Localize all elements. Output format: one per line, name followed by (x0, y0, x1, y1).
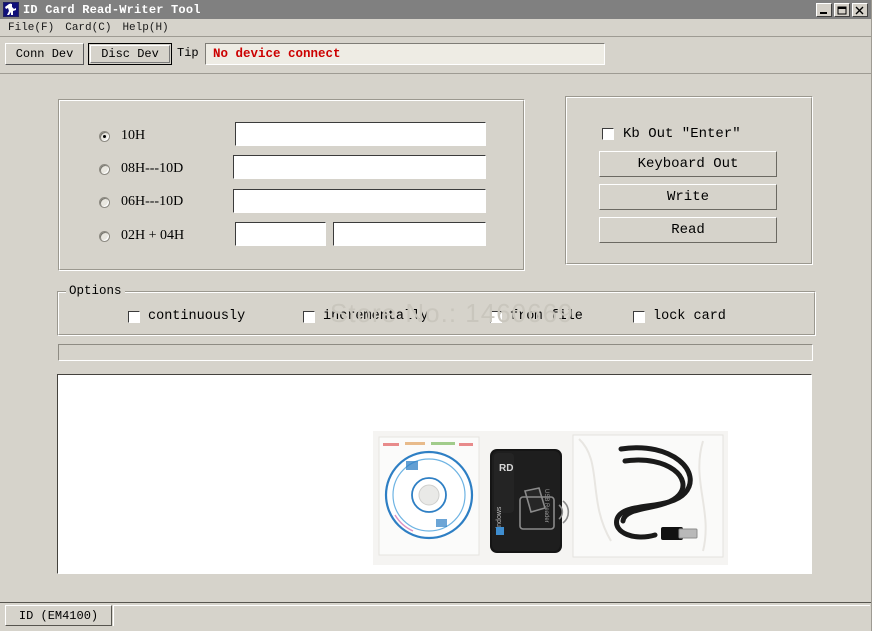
radio-icon (99, 196, 110, 208)
radio-format-10h[interactable]: 10H (99, 128, 145, 144)
checkbox-lock-card[interactable]: lock card (633, 309, 726, 324)
radio-format-08h-10d[interactable]: 08H---10D (99, 161, 183, 177)
tip-status-field: No device connect (205, 43, 605, 65)
radio-format-06h-10d-label: 06H---10D (121, 194, 184, 209)
connect-device-button[interactable]: Conn Dev (5, 43, 84, 65)
menu-item-card[interactable]: Card(C) (61, 21, 118, 35)
statusbar-divider (0, 602, 872, 603)
checkbox-kb-out-enter-label: Kb Out "Enter" (623, 126, 741, 142)
caption-buttons (816, 2, 868, 17)
menu-item-help[interactable]: Help(H) (118, 21, 175, 35)
checkbox-icon (602, 128, 614, 140)
options-group: Options continuously incrementally from … (57, 284, 816, 336)
checkbox-icon (303, 310, 315, 323)
checkbox-incrementally[interactable]: incrementally (303, 309, 428, 324)
radio-format-06h-10d[interactable]: 06H---10D (99, 194, 183, 210)
tip-label: Tip (177, 46, 199, 60)
toolbar: Conn Dev Disc Dev Tip No device connect (0, 40, 872, 70)
device-actions-group: Kb Out "Enter" Keyboard Out Write Read (565, 96, 813, 265)
progress-bar (58, 344, 813, 361)
tip-status-text: No device connect (213, 47, 341, 61)
radio-icon (99, 163, 110, 175)
close-button[interactable] (852, 2, 868, 17)
checkbox-icon (490, 310, 502, 323)
radio-icon (99, 130, 110, 142)
input-format-06h-10d[interactable] (233, 189, 486, 213)
toolbar-top-divider (0, 36, 872, 37)
window-title: ID Card Read-Writer Tool (23, 2, 201, 17)
checkbox-continuously-label: continuously (148, 309, 246, 324)
toolbar-bottom-divider (0, 73, 872, 74)
minimize-button[interactable] (816, 2, 832, 17)
input-format-08h-10d[interactable] (233, 155, 486, 179)
menu-bar: File(F) Card(C) Help(H) (0, 19, 872, 36)
radio-format-08h-10d-label: 08H---10D (121, 161, 184, 176)
checkbox-incrementally-label: incrementally (323, 309, 429, 324)
input-format-02h[interactable] (235, 222, 326, 246)
product-photo: RD USB Reader Windows (373, 431, 728, 565)
menu-item-file[interactable]: File(F) (4, 21, 61, 35)
disconnect-device-label: Disc Dev (101, 47, 159, 61)
maximize-button[interactable] (834, 2, 850, 17)
application-window: ID Card Read-Writer Tool File(F) Card(C)… (0, 0, 872, 631)
checkbox-continuously[interactable]: continuously (128, 309, 245, 324)
radio-format-02h-04h[interactable]: 02H + 04H (99, 228, 184, 244)
options-group-legend: Options (66, 284, 125, 298)
input-format-10h[interactable] (235, 122, 486, 146)
radio-format-10h-label: 10H (121, 128, 146, 143)
checkbox-lock-card-label: lock card (653, 309, 726, 324)
title-bar: ID Card Read-Writer Tool (0, 0, 872, 19)
disconnect-device-button[interactable]: Disc Dev (88, 43, 172, 65)
radio-format-02h-04h-label: 02H + 04H (121, 228, 185, 243)
status-card-type[interactable]: ID (EM4100) (5, 605, 112, 626)
status-empty-area (113, 605, 870, 626)
product-image-panel: RD USB Reader Windows (57, 374, 812, 574)
input-format-04h[interactable] (333, 222, 486, 246)
checkbox-from-file-label: from file (510, 309, 583, 324)
app-icon (3, 2, 19, 17)
checkbox-from-file[interactable]: from file (490, 309, 583, 324)
card-format-group: 10H 08H---10D 06H---10D 02H + 04H (58, 99, 525, 271)
checkbox-icon (633, 310, 645, 323)
write-button[interactable]: Write (599, 184, 777, 210)
read-button[interactable]: Read (599, 217, 777, 243)
radio-icon (99, 230, 110, 242)
checkbox-icon (128, 310, 140, 323)
checkbox-kb-out-enter[interactable]: Kb Out "Enter" (602, 126, 741, 142)
keyboard-out-button[interactable]: Keyboard Out (599, 151, 777, 177)
svg-text:RD: RD (499, 463, 513, 474)
